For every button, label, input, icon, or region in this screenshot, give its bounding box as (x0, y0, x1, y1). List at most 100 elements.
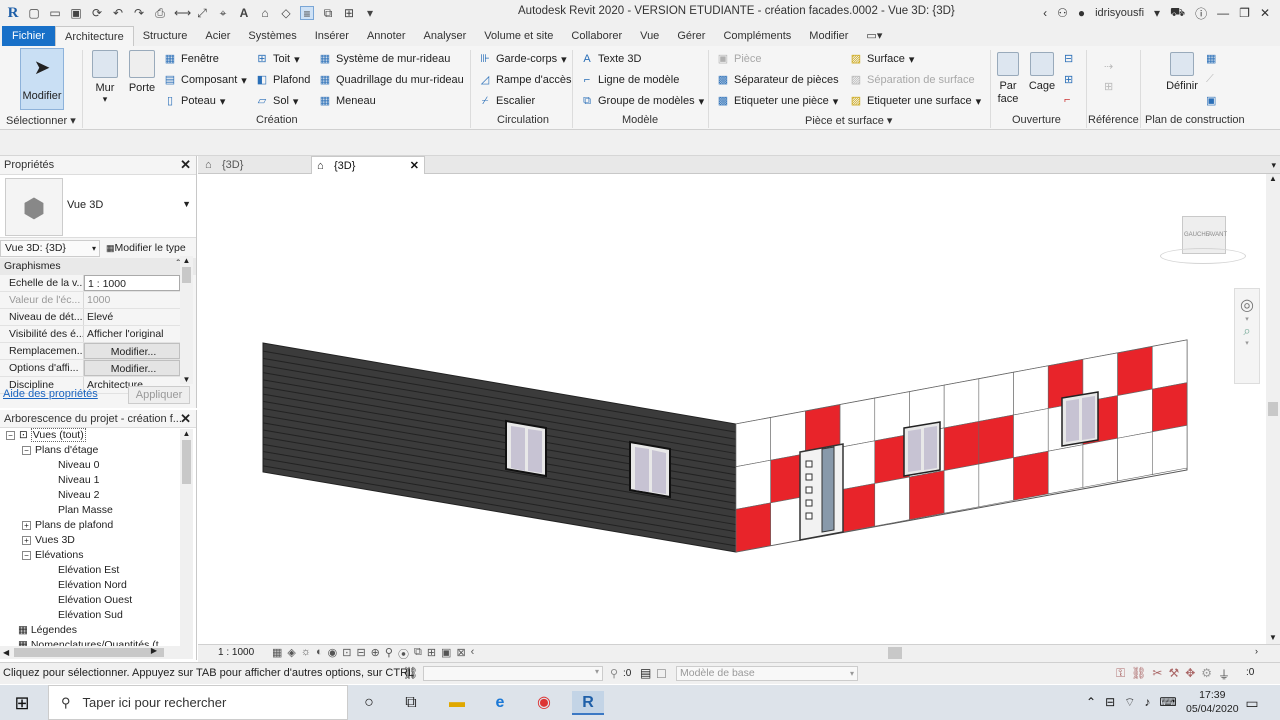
tab-gerer[interactable]: Gérer (668, 26, 714, 46)
room-button[interactable]: ▣ Pièce (716, 52, 762, 66)
facade-panel[interactable] (1117, 431, 1153, 482)
apply-button[interactable]: Appliquer (128, 386, 190, 404)
facade-panel[interactable] (839, 440, 876, 491)
model-group-button[interactable]: ⧉ Groupe de modèles ▾ (580, 94, 704, 108)
tree-plan-masse[interactable]: Plan Masse (58, 504, 113, 516)
text-icon[interactable]: A (237, 6, 251, 20)
tab-vue[interactable]: Vue (631, 26, 668, 46)
restore-icon[interactable]: ❐ (1239, 6, 1250, 20)
tab-collaborer[interactable]: Collaborer (562, 26, 631, 46)
overrides-edit-button[interactable]: Modifier... (84, 343, 180, 359)
select-underlay-icon[interactable]: ⛓ (1131, 666, 1146, 683)
tab-acier[interactable]: Acier (196, 26, 239, 46)
zoom-icon[interactable]: ⌕ (1235, 323, 1259, 339)
default-3d-icon[interactable]: ⌂ (258, 6, 272, 20)
door-button[interactable]: Porte (126, 50, 158, 94)
help-icon[interactable]: ⓘ (1195, 5, 1207, 22)
panel-title-selectionner[interactable]: Sélectionner ▾ (6, 114, 76, 127)
drawing-area-3d[interactable]: GAUCHE AVANT ◎ ▾ ⌕ ▾ (198, 174, 1266, 644)
tree-vues-tout[interactable]: − ⊡ Vues (tout) (6, 428, 86, 442)
scroll-right-icon[interactable]: › (1255, 646, 1258, 656)
column-button[interactable]: ▯ Poteau ▾ (163, 94, 225, 108)
properties-help-link[interactable]: Aide des propriétés (3, 388, 98, 400)
unlock-view-icon[interactable]: ⊕ (371, 646, 380, 662)
show-workplane-icon[interactable]: ▦ (1206, 52, 1216, 65)
detail-level-icon[interactable]: ▦ (272, 646, 282, 662)
panel-title-piece[interactable]: Pièce et surface ▾ (805, 114, 892, 127)
keyboard-icon[interactable]: ⌨ (1159, 695, 1176, 710)
ceiling-button[interactable]: ◧ Plafond (255, 73, 311, 87)
window-right-1[interactable] (903, 421, 941, 477)
reveal-hidden-icon[interactable]: ⦿ (398, 646, 409, 662)
save-icon[interactable]: ▣ (69, 6, 83, 20)
close-view-tab-icon[interactable]: ✕ (410, 157, 419, 175)
window-left-2[interactable] (629, 440, 671, 499)
type-selector[interactable]: ⬢ Vue 3D ▼ (0, 174, 196, 238)
print-icon[interactable]: ⎙ (153, 6, 167, 20)
tab-inserer[interactable]: Insérer (306, 26, 358, 46)
file-explorer-icon[interactable]: ▬ (445, 691, 469, 715)
stair-button[interactable]: ⌿ Escalier (478, 94, 535, 108)
floor-button[interactable]: ▱ Sol ▾ (255, 94, 299, 108)
tag-room-button[interactable]: ▩ Etiqueter une pièce ▾ (716, 94, 839, 108)
background-process-icon[interactable]: ⚙ (1201, 666, 1212, 683)
user-icon[interactable]: ● (1078, 6, 1085, 20)
user-name[interactable]: idrisyousfi (1095, 7, 1144, 19)
canvas-hscroll-thumb[interactable] (888, 647, 902, 659)
binoculars-icon[interactable]: ⚇ (1057, 6, 1068, 20)
prop-row-visibility[interactable]: Visibilité des é... Afficher l'original (0, 326, 180, 343)
wall-opening-icon[interactable]: ⊟ (1064, 52, 1078, 66)
visual-style-icon[interactable]: ◈ (287, 646, 295, 662)
render-icon[interactable]: ◉ (328, 646, 338, 662)
instance-selector[interactable]: Vue 3D: {3D} ▾ (0, 239, 100, 257)
analytical-icon[interactable]: ⊞ (427, 646, 436, 662)
mullion-button[interactable]: ▦ Meneau (318, 94, 376, 108)
facade-panel[interactable] (978, 371, 1014, 422)
tab-list-dropdown-icon[interactable]: ▾ (1271, 156, 1276, 174)
editing-requests-icon[interactable]: ⚲ (610, 667, 618, 680)
tag-area-button[interactable]: ▨ Etiqueter une surface ▾ (849, 94, 981, 108)
facade-panel[interactable] (943, 463, 980, 514)
properties-scrollbar[interactable]: ▲ ▼ (180, 256, 193, 384)
facade-panel[interactable] (1013, 450, 1049, 501)
collapse-bar-icon[interactable]: ‹ (471, 646, 475, 662)
windows-start-icon[interactable]: ⊞ (10, 691, 34, 715)
design-options-icon[interactable]: ▤ (640, 666, 651, 680)
tree-vues-3d[interactable]: + Vues 3D (22, 534, 75, 546)
tree-elevation-nord[interactable]: Elévation Nord (58, 579, 127, 591)
tab-volume-site[interactable]: Volume et site (475, 26, 562, 46)
section-icon[interactable]: ◇ (279, 6, 293, 20)
view-scale[interactable]: 1 : 1000 (218, 647, 254, 658)
network-icon[interactable]: ⊟ (1105, 695, 1115, 710)
user-dropdown-icon[interactable]: ▾ (1154, 6, 1160, 20)
component-button[interactable]: ▤ Composant ▾ (163, 73, 247, 87)
undo-icon[interactable]: ↶ (111, 6, 125, 20)
notifications-icon[interactable]: ▭ (1240, 691, 1264, 715)
tag-icon[interactable]: ⌖ (216, 6, 230, 20)
facade-panel[interactable] (909, 470, 945, 521)
design-option-dropdown[interactable]: Modèle de base ▾ (676, 666, 858, 681)
taskbar-search-box[interactable]: ⚲ Taper ici pour rechercher (48, 685, 348, 720)
measure-icon[interactable]: ⟷ (174, 6, 191, 20)
tree-niveau-2[interactable]: Niveau 2 (58, 489, 99, 501)
revit-logo[interactable]: R (6, 6, 20, 21)
tree-plans-etage[interactable]: − Plans d'étage (22, 444, 98, 456)
tree-plans-plafond[interactable]: + Plans de plafond (22, 519, 113, 531)
window-right-2[interactable] (1061, 391, 1099, 447)
facade-panel[interactable] (1152, 339, 1188, 390)
tab-fichier[interactable]: Fichier (2, 26, 56, 46)
model-3d-view[interactable] (198, 174, 1266, 644)
facade-panel[interactable] (1082, 437, 1118, 488)
graphics-section[interactable]: Graphismes ˆ (0, 258, 196, 275)
vertical-opening-icon[interactable]: ⊞ (1064, 73, 1078, 87)
dimension-icon[interactable]: ⤢ (195, 6, 209, 20)
select-links-icon[interactable]: ⚿ (1116, 666, 1125, 683)
close-window-icon[interactable]: ✕ (1260, 6, 1270, 20)
railing-button[interactable]: ⊪ Garde-corps ▾ (478, 52, 566, 66)
steering-wheel-icon[interactable]: ◎ (1235, 295, 1259, 315)
expand-icon[interactable]: + (22, 521, 31, 530)
ramp-button[interactable]: ◿ Rampe d'accès (478, 73, 572, 87)
area-boundary-button[interactable]: ▨ Séparation de surface (849, 73, 975, 87)
drag-elements-icon[interactable]: ✥ (1185, 666, 1195, 683)
viewer-icon[interactable]: ▣ (1206, 94, 1216, 107)
